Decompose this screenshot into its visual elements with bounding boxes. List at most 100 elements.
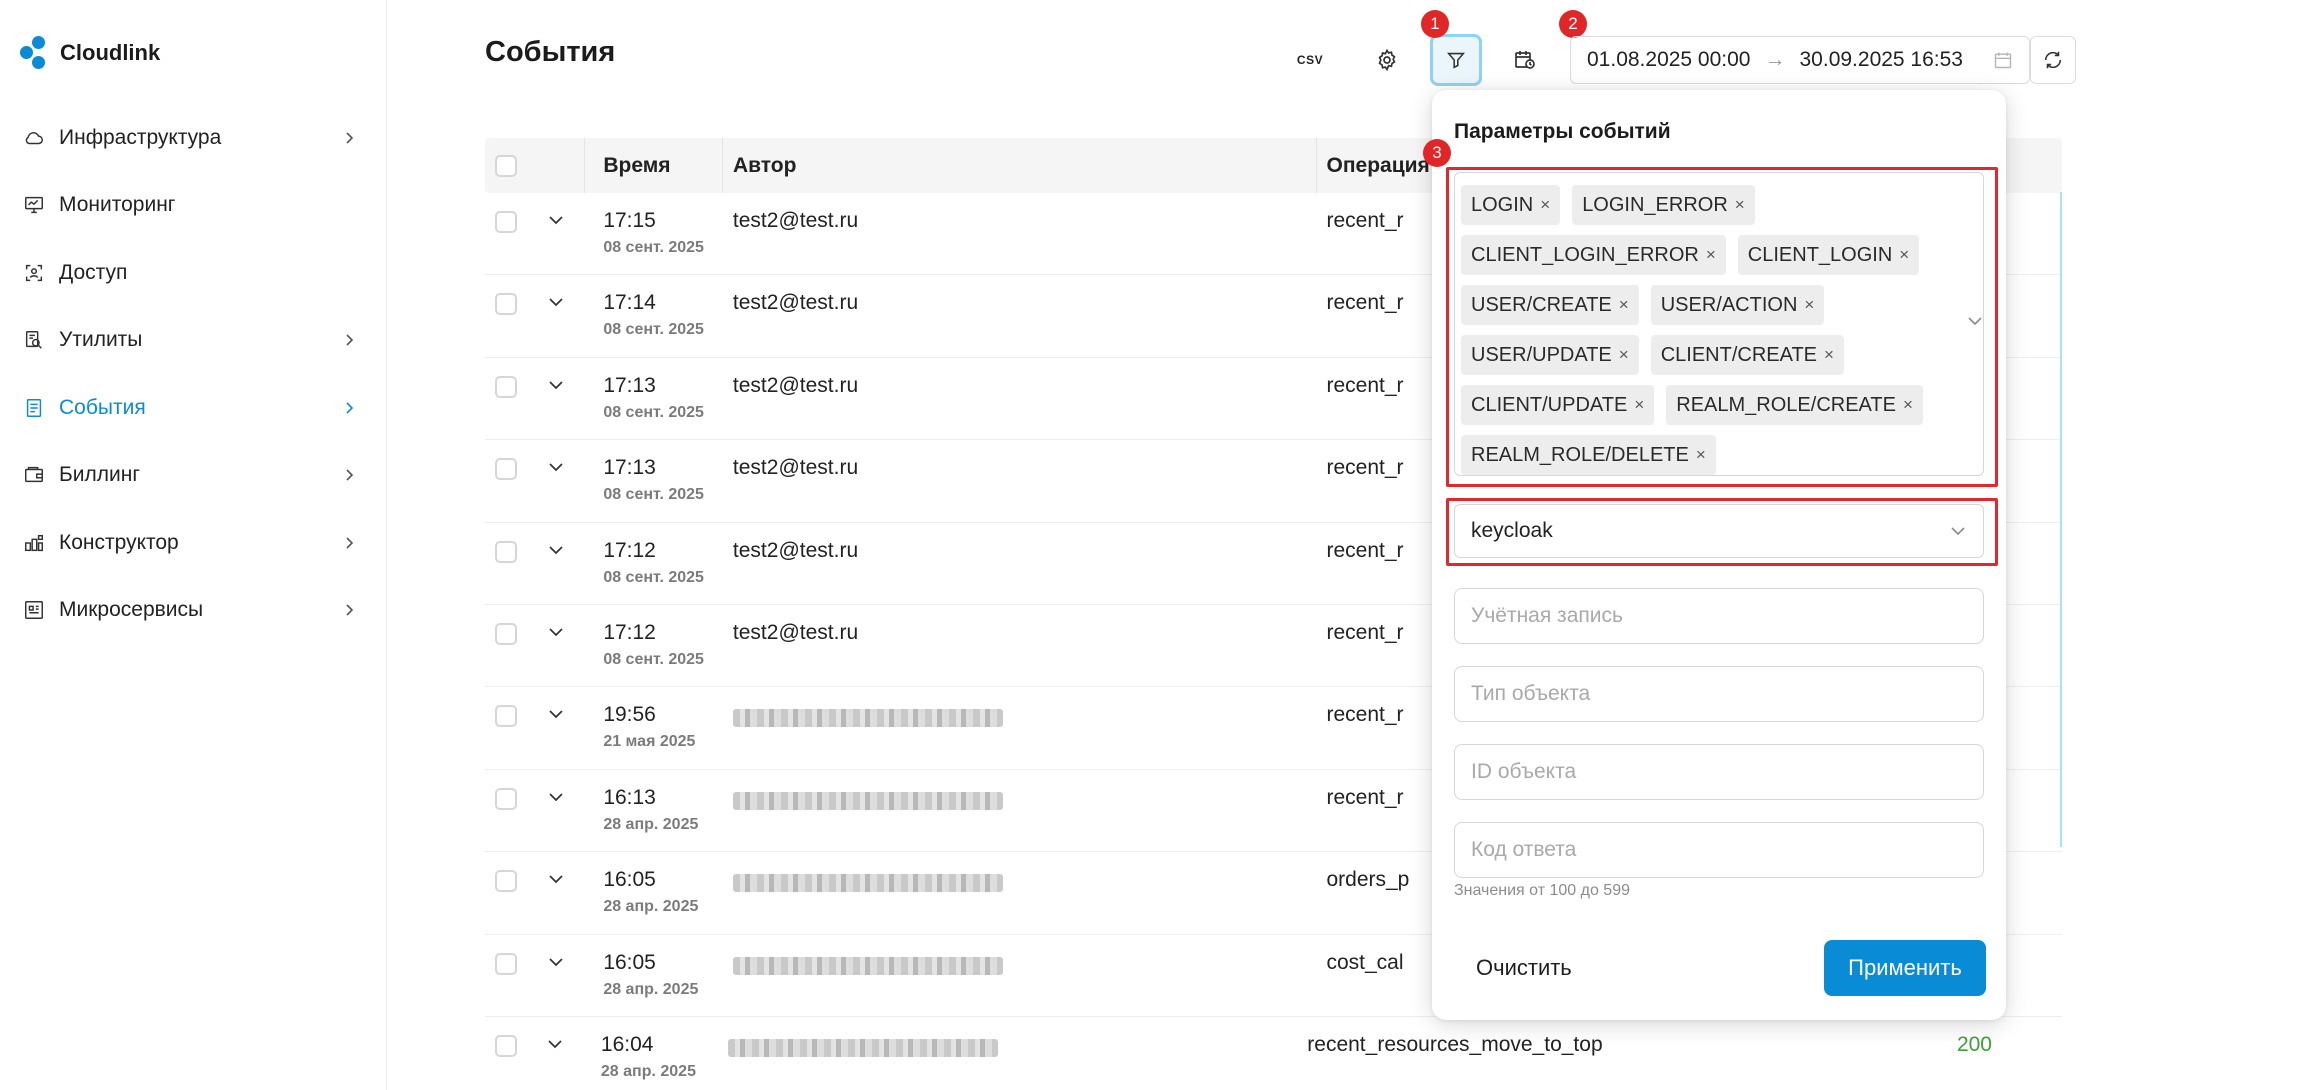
date-presets-button[interactable] (1500, 36, 1550, 84)
date-from[interactable]: 01.08.2025 00:00 (1587, 48, 1751, 72)
event-type-tag: USER/UPDATE × (1461, 335, 1639, 375)
clear-button[interactable]: Очистить (1454, 940, 1594, 996)
close-icon[interactable]: × (1804, 295, 1814, 315)
refresh-button[interactable] (2030, 36, 2076, 84)
cloud-icon (22, 126, 46, 150)
row-checkbox[interactable] (495, 458, 518, 481)
columns-settings-button[interactable] (1362, 36, 1412, 84)
chevron-down-icon[interactable] (546, 1035, 564, 1053)
sidebar-item-label: Конструктор (59, 530, 179, 554)
sidebar-item-monitoring[interactable]: Мониторинг (0, 172, 386, 240)
event-source-value: keycloak (1471, 519, 1553, 542)
date-to[interactable]: 30.09.2025 16:53 (1800, 48, 1964, 72)
row-author-redacted (727, 1038, 998, 1057)
sidebar-item-label: Инфраструктура (59, 125, 222, 149)
sidebar-item-utilities[interactable]: Утилиты (0, 307, 386, 375)
sidebar-item-microservices[interactable]: Микросервисы (0, 577, 386, 645)
app-logo[interactable]: Cloudlink (20, 36, 160, 70)
row-author: test2@test.ru (732, 209, 859, 232)
table-row[interactable]: 16:04 28 апр. 2025 recent_resources_move… (485, 1017, 2062, 1090)
close-icon[interactable]: × (1619, 345, 1629, 365)
event-type-tag-label: USER/CREATE (1471, 293, 1612, 316)
select-all-checkbox[interactable] (495, 154, 518, 177)
gear-icon (1378, 48, 1396, 72)
close-icon[interactable]: × (1696, 445, 1706, 465)
expand-column-header (527, 138, 586, 193)
row-date: 08 сент. 2025 (603, 568, 704, 586)
row-checkbox[interactable] (495, 211, 518, 233)
row-checkbox[interactable] (495, 787, 518, 810)
close-icon[interactable]: × (1735, 195, 1745, 215)
event-source-select[interactable]: keycloak (1454, 504, 1984, 558)
refresh-icon (2044, 51, 2062, 69)
sidebar-item-label: События (59, 395, 146, 419)
response-code-hint: Значения от 100 до 599 (1454, 882, 1630, 899)
event-type-tag-label: CLIENT/UPDATE (1471, 393, 1628, 416)
chevron-down-icon[interactable] (547, 376, 565, 394)
sidebar-item-label: Утилиты (59, 328, 143, 352)
event-type-tag-label: REALM_ROLE/CREATE (1676, 393, 1896, 416)
chevron-down-icon[interactable] (547, 623, 565, 641)
object-type-input[interactable] (1454, 666, 1984, 722)
event-type-tag-label: LOGIN (1471, 193, 1534, 216)
close-icon[interactable]: × (1903, 395, 1913, 415)
chevron-right-icon (346, 469, 354, 481)
row-author-redacted (732, 709, 1003, 728)
event-types-multiselect[interactable]: LOGIN × LOGIN_ERROR × CLIENT_LOGIN_ERROR × CLI… (1454, 172, 1984, 476)
csv-export-button[interactable]: CSV (1285, 36, 1335, 84)
apply-button[interactable]: Применить (1824, 940, 1986, 996)
sidebar-item-access[interactable]: Доступ (0, 239, 386, 307)
event-type-tag: LOGIN × (1461, 185, 1561, 225)
close-icon[interactable]: × (1899, 245, 1909, 265)
response-code-input[interactable] (1454, 822, 1984, 878)
filter-button[interactable] (1430, 34, 1482, 86)
close-icon[interactable]: × (1619, 295, 1629, 315)
sidebar-item-label: Мониторинг (59, 193, 176, 217)
row-time: 17:12 (603, 538, 656, 562)
row-time: 17:13 (603, 456, 656, 480)
chevron-down-icon[interactable] (547, 953, 565, 971)
row-date: 28 апр. 2025 (600, 1062, 696, 1080)
close-icon[interactable]: × (1634, 395, 1644, 415)
chevron-down-icon[interactable] (547, 293, 565, 311)
row-author-redacted (732, 791, 1003, 810)
event-type-tag-label: CLIENT_LOGIN (1747, 243, 1893, 266)
sidebar-item-label: Микросервисы (59, 598, 204, 622)
chevron-down-icon[interactable] (547, 458, 565, 476)
row-checkbox[interactable] (495, 870, 518, 893)
object-id-input[interactable] (1454, 744, 1984, 800)
sidebar-item-infrastructure[interactable]: Инфраструктура (0, 104, 386, 172)
chevron-down-icon[interactable] (547, 541, 565, 559)
chevron-down-icon[interactable] (547, 870, 565, 888)
sidebar: Cloudlink Инфраструктура Мониторинг Дост… (0, 0, 387, 1090)
row-checkbox[interactable] (494, 1034, 517, 1057)
row-date: 28 апр. 2025 (603, 898, 699, 916)
chevron-right-icon (346, 132, 354, 144)
chevron-down-icon[interactable] (547, 788, 565, 806)
app-name: Cloudlink (60, 40, 161, 65)
chevron-down-icon[interactable] (547, 211, 565, 229)
chevron-down-icon[interactable] (547, 705, 565, 723)
event-type-tag: USER/ACTION × (1650, 285, 1825, 325)
row-checkbox[interactable] (495, 952, 518, 975)
close-icon[interactable]: × (1540, 195, 1550, 215)
row-date: 08 сент. 2025 (603, 650, 704, 668)
sidebar-item-events[interactable]: События (0, 374, 386, 442)
event-type-tag: REALM_ROLE/CREATE × (1666, 385, 1923, 425)
row-checkbox[interactable] (495, 705, 518, 728)
account-input[interactable] (1454, 588, 1984, 644)
column-header-time[interactable]: Время (585, 138, 723, 193)
row-checkbox[interactable] (495, 622, 518, 645)
row-checkbox[interactable] (495, 375, 518, 398)
column-header-author[interactable]: Автор (723, 138, 1317, 193)
row-checkbox[interactable] (495, 293, 518, 316)
sidebar-item-constructor[interactable]: Конструктор (0, 509, 386, 577)
date-range-picker[interactable]: 01.08.2025 00:00 → 30.09.2025 16:53 (1570, 36, 2030, 84)
row-checkbox[interactable] (495, 540, 518, 563)
chevron-down-icon[interactable] (1966, 312, 1984, 330)
event-type-tag: CLIENT/CREATE × (1650, 335, 1844, 375)
close-icon[interactable]: × (1824, 345, 1834, 365)
sidebar-item-billing[interactable]: Биллинг (0, 442, 386, 510)
close-icon[interactable]: × (1706, 245, 1716, 265)
constructor-icon (22, 531, 46, 555)
